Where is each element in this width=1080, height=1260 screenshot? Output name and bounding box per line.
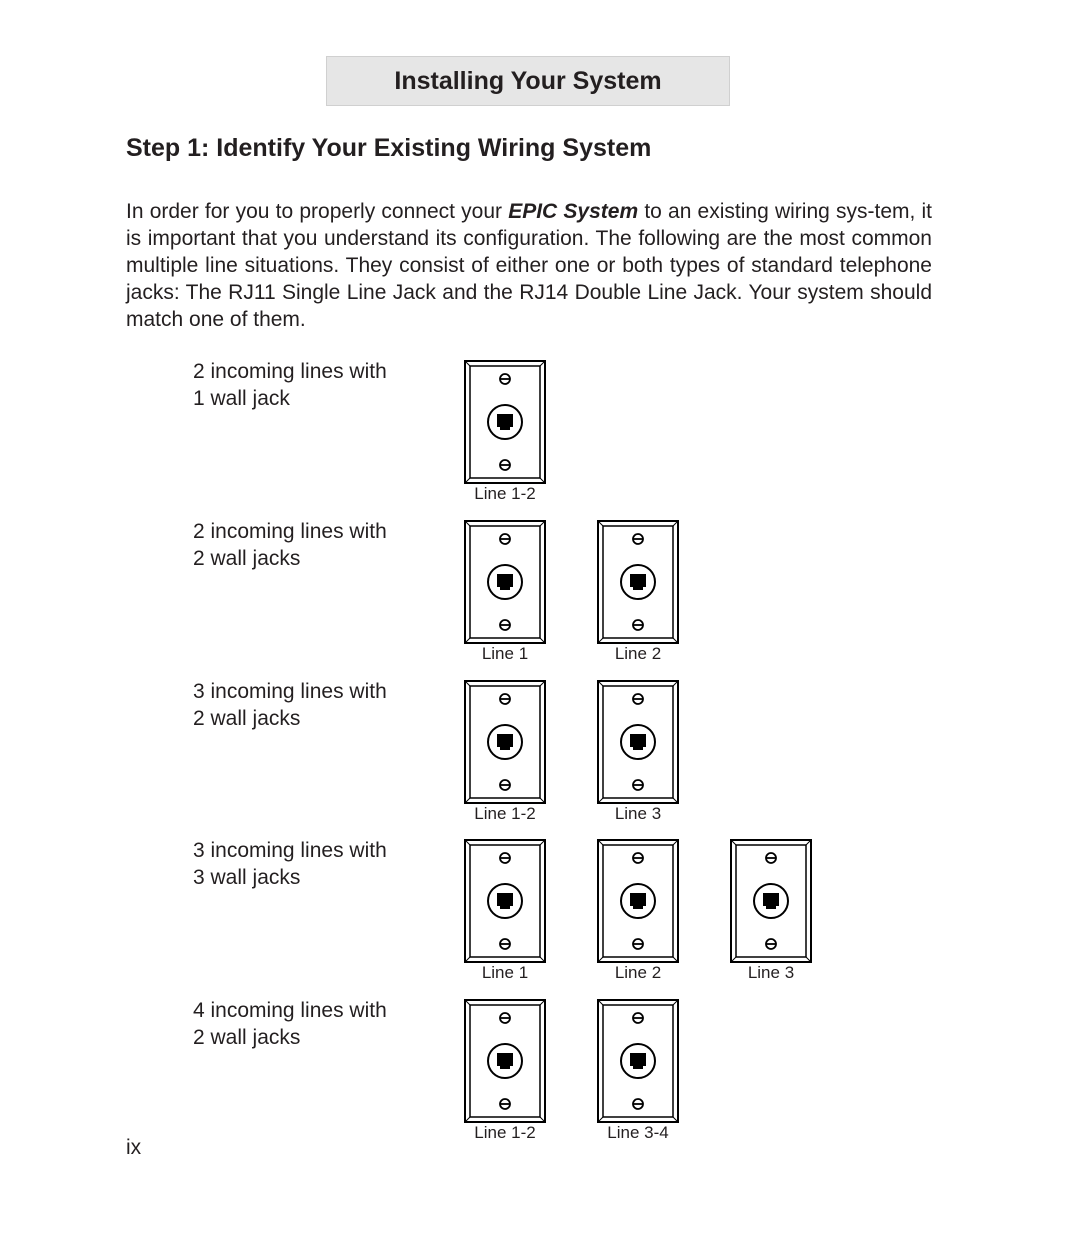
- screw-icon: [765, 938, 777, 950]
- wall-jack: Line 3: [597, 680, 679, 823]
- configuration-lines: 2 incoming lines with: [193, 520, 387, 543]
- phone-port-icon: [487, 1043, 523, 1079]
- configuration-jacks: 1 wall jack: [193, 387, 290, 410]
- configuration-lines: 3 incoming lines with: [193, 680, 387, 703]
- screw-icon: [499, 852, 511, 864]
- screw-icon: [499, 779, 511, 791]
- wall-jack: Line 3-4: [597, 999, 679, 1142]
- configuration-jacks: 2 wall jacks: [193, 707, 301, 730]
- configuration-jacks: 2 wall jacks: [193, 547, 301, 570]
- wall-jack: Line 2: [597, 520, 679, 663]
- screw-icon: [499, 1012, 511, 1024]
- wall-jack-icon: [597, 680, 679, 804]
- jack-line-label: Line 1-2: [474, 1123, 536, 1142]
- jack-line-label: Line 3: [747, 963, 795, 982]
- wall-jack-icon: [730, 839, 812, 963]
- jack-line-label: Line 1: [481, 644, 529, 663]
- jack-line-label: Line 3: [614, 804, 662, 823]
- wall-jack-icon: [597, 999, 679, 1123]
- phone-port-icon: [487, 404, 523, 440]
- step-title: Step 1: Identify Your Existing Wiring Sy…: [126, 134, 652, 162]
- section-title: Installing Your System: [394, 66, 662, 95]
- configuration-jacks: 2 wall jacks: [193, 1026, 301, 1049]
- wall-jack-icon: [597, 520, 679, 644]
- screw-icon: [632, 938, 644, 950]
- configuration-row: 3 incoming lines with 3 wall jacks Line 1: [0, 837, 1080, 987]
- configuration-lines: 4 incoming lines with: [193, 999, 387, 1022]
- phone-port-icon: [487, 724, 523, 760]
- section-banner: Installing Your System: [326, 56, 730, 106]
- jack-line-label: Line 2: [614, 644, 662, 663]
- jack-line-label: Line 2: [614, 963, 662, 982]
- configuration-jacks: 3 wall jacks: [193, 866, 301, 889]
- wall-jack: Line 1: [464, 839, 546, 982]
- screw-icon: [632, 533, 644, 545]
- phone-port-icon: [753, 883, 789, 919]
- wall-jack-icon: [464, 999, 546, 1123]
- jack-line-label: Line 1: [481, 963, 529, 982]
- configuration-label: 3 incoming lines with 3 wall jacks: [193, 837, 387, 891]
- configuration-row: 4 incoming lines with 2 wall jacks Line 1…: [0, 997, 1080, 1147]
- jack-line-label: Line 1-2: [474, 484, 536, 503]
- product-name: EPIC System: [508, 200, 639, 223]
- configuration-row: 2 incoming lines with 1 wall jack Line 1-…: [0, 358, 1080, 508]
- screw-icon: [499, 373, 511, 385]
- wall-jack-icon: [464, 839, 546, 963]
- phone-port-icon: [487, 883, 523, 919]
- page-number: ix: [126, 1136, 142, 1159]
- configuration-label: 3 incoming lines with 2 wall jacks: [193, 678, 387, 732]
- wall-jack: Line 1-2: [464, 999, 546, 1142]
- wall-jack: Line 1-2: [464, 360, 546, 503]
- screw-icon: [499, 1098, 511, 1110]
- wall-jack: Line 3: [730, 839, 812, 982]
- screw-icon: [632, 779, 644, 791]
- screw-icon: [632, 1098, 644, 1110]
- phone-port-icon: [620, 883, 656, 919]
- configuration-label: 2 incoming lines with 2 wall jacks: [193, 518, 387, 572]
- intro-paragraph: In order for you to properly connect you…: [126, 198, 932, 333]
- screw-icon: [632, 619, 644, 631]
- screw-icon: [499, 938, 511, 950]
- phone-port-icon: [620, 564, 656, 600]
- wall-jack-icon: [464, 520, 546, 644]
- screw-icon: [632, 852, 644, 864]
- screw-icon: [499, 459, 511, 471]
- configuration-row: 2 incoming lines with 2 wall jacks Line 1: [0, 518, 1080, 668]
- wall-jack: Line 1-2: [464, 680, 546, 823]
- wall-jack-icon: [597, 839, 679, 963]
- screw-icon: [499, 533, 511, 545]
- jack-line-label: Line 1-2: [474, 804, 536, 823]
- jack-line-label: Line 3-4: [607, 1123, 669, 1142]
- screw-icon: [632, 693, 644, 705]
- configuration-label: 2 incoming lines with 1 wall jack: [193, 358, 387, 412]
- screw-icon: [499, 693, 511, 705]
- phone-port-icon: [487, 564, 523, 600]
- phone-port-icon: [620, 1043, 656, 1079]
- intro-text-before: In order for you to properly connect you…: [126, 200, 509, 223]
- screw-icon: [632, 1012, 644, 1024]
- wall-jack: Line 2: [597, 839, 679, 982]
- phone-port-icon: [620, 724, 656, 760]
- screw-icon: [499, 619, 511, 631]
- wall-jack: Line 1: [464, 520, 546, 663]
- wall-jack-icon: [464, 360, 546, 484]
- wall-jack-icon: [464, 680, 546, 804]
- configuration-row: 3 incoming lines with 2 wall jacks Line 1…: [0, 678, 1080, 828]
- configuration-lines: 3 incoming lines with: [193, 839, 387, 862]
- configuration-lines: 2 incoming lines with: [193, 360, 387, 383]
- configuration-label: 4 incoming lines with 2 wall jacks: [193, 997, 387, 1051]
- screw-icon: [765, 852, 777, 864]
